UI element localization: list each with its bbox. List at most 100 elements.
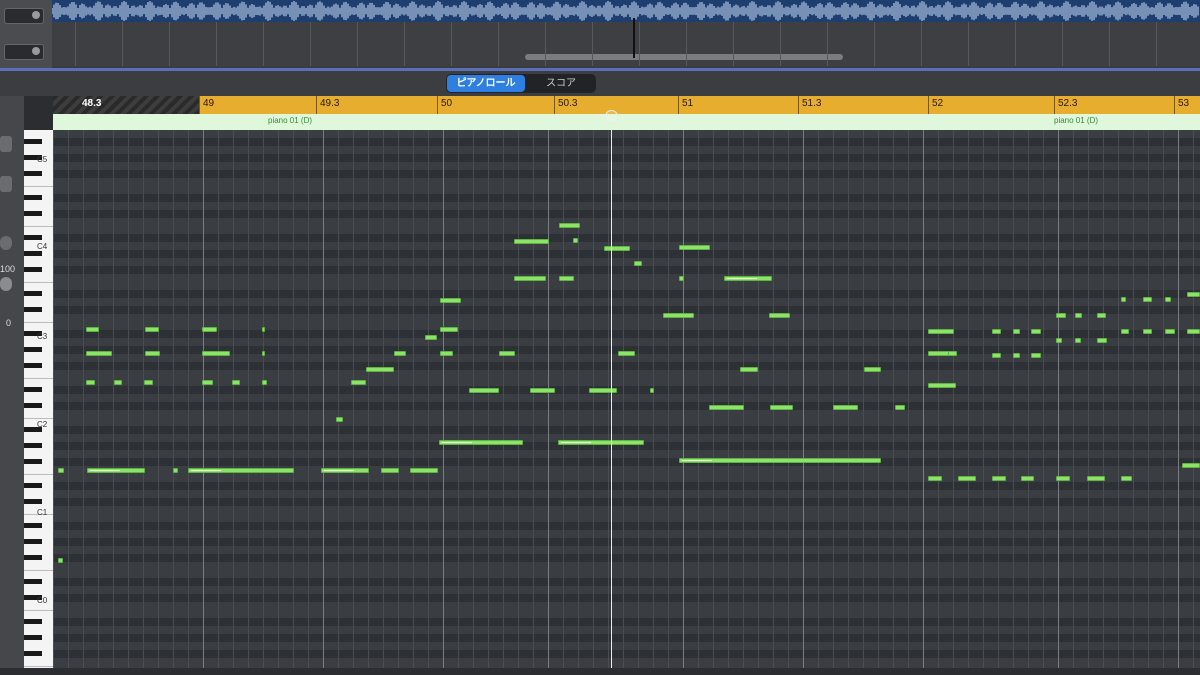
inspector-button[interactable] [0,136,12,152]
midi-note[interactable] [1121,297,1126,302]
arrange-playhead[interactable] [633,18,635,58]
midi-note[interactable] [928,383,956,388]
piano-roll-grid[interactable] [53,130,1200,668]
midi-note[interactable] [895,405,905,410]
black-key[interactable] [24,387,42,392]
midi-note[interactable] [992,476,1006,481]
midi-note[interactable] [992,353,1001,358]
midi-note[interactable] [440,298,461,303]
black-key[interactable] [24,251,42,256]
black-key[interactable] [24,579,42,584]
midi-note[interactable] [559,223,580,228]
track-knob[interactable] [4,44,44,60]
black-key[interactable] [24,619,42,624]
midi-note[interactable] [366,367,394,372]
midi-note[interactable] [864,367,881,372]
black-key[interactable] [24,347,42,352]
midi-note[interactable] [1087,476,1105,481]
midi-note[interactable] [1187,292,1200,297]
midi-note[interactable] [1021,476,1034,481]
midi-note[interactable] [679,276,684,281]
midi-note[interactable] [1031,329,1041,334]
midi-note[interactable] [1121,329,1129,334]
stepper-icon[interactable] [0,236,12,250]
midi-note[interactable] [145,327,159,332]
midi-note[interactable] [202,351,230,356]
midi-note[interactable] [928,476,942,481]
black-key[interactable] [24,195,42,200]
midi-note[interactable] [724,276,772,281]
black-key[interactable] [24,211,42,216]
midi-note[interactable] [770,405,793,410]
black-key[interactable] [24,483,42,488]
midi-note[interactable] [769,313,790,318]
black-key[interactable] [24,403,42,408]
velocity-knob-icon[interactable] [0,277,12,291]
midi-note[interactable] [262,351,265,356]
midi-note[interactable] [425,335,437,340]
midi-note[interactable] [321,468,369,473]
tab-score[interactable]: スコア [527,75,595,92]
midi-note[interactable] [1165,297,1171,302]
inspector-button[interactable] [0,176,12,192]
midi-note[interactable] [1182,463,1200,468]
audio-region-waveform[interactable] [52,0,1200,22]
midi-note[interactable] [499,351,515,356]
midi-note[interactable] [232,380,240,385]
midi-note[interactable] [634,261,642,266]
midi-note[interactable] [114,380,122,385]
midi-note[interactable] [469,388,499,393]
midi-note[interactable] [709,405,744,410]
midi-note[interactable] [604,246,630,251]
midi-note[interactable] [381,468,399,473]
playhead-handle[interactable] [605,110,618,123]
midi-note[interactable] [336,417,343,422]
midi-note[interactable] [992,329,1001,334]
midi-note[interactable] [1097,338,1107,343]
midi-note[interactable] [514,239,549,244]
midi-note[interactable] [1056,338,1062,343]
playhead[interactable] [611,114,612,668]
midi-note[interactable] [589,388,617,393]
black-key[interactable] [24,291,42,296]
black-key[interactable] [24,139,42,144]
midi-note[interactable] [573,238,578,243]
midi-note[interactable] [1097,313,1106,318]
black-key[interactable] [24,459,42,464]
black-key[interactable] [24,523,42,528]
black-key[interactable] [24,651,42,656]
midi-note[interactable] [679,458,881,463]
midi-note[interactable] [394,351,406,356]
black-key[interactable] [24,363,42,368]
black-key[interactable] [24,307,42,312]
bar-ruler[interactable] [53,96,1200,114]
midi-note[interactable] [1165,329,1175,334]
midi-note[interactable] [948,351,957,356]
black-key[interactable] [24,499,42,504]
midi-note[interactable] [1121,476,1132,481]
midi-note[interactable] [530,388,555,393]
midi-note[interactable] [86,327,99,332]
horizontal-scrollbar[interactable] [525,54,843,60]
midi-note[interactable] [618,351,635,356]
midi-note[interactable] [1075,313,1082,318]
midi-note[interactable] [202,327,217,332]
black-key[interactable] [24,555,42,560]
midi-note[interactable] [410,468,438,473]
midi-note[interactable] [1013,353,1020,358]
black-key[interactable] [24,267,42,272]
midi-note[interactable] [202,380,213,385]
piano-keyboard[interactable]: C5 C4 C3 C2 C1 C0 [24,130,54,668]
midi-note[interactable] [144,380,153,385]
midi-note[interactable] [1187,329,1200,334]
black-key[interactable] [24,235,42,240]
midi-note[interactable] [1056,313,1066,318]
midi-note[interactable] [58,468,64,473]
midi-note[interactable] [663,313,694,318]
midi-note[interactable] [173,468,178,473]
midi-note[interactable] [558,440,644,445]
midi-note[interactable] [650,388,654,393]
midi-note[interactable] [58,558,63,563]
midi-note[interactable] [87,468,145,473]
midi-note[interactable] [1031,353,1041,358]
